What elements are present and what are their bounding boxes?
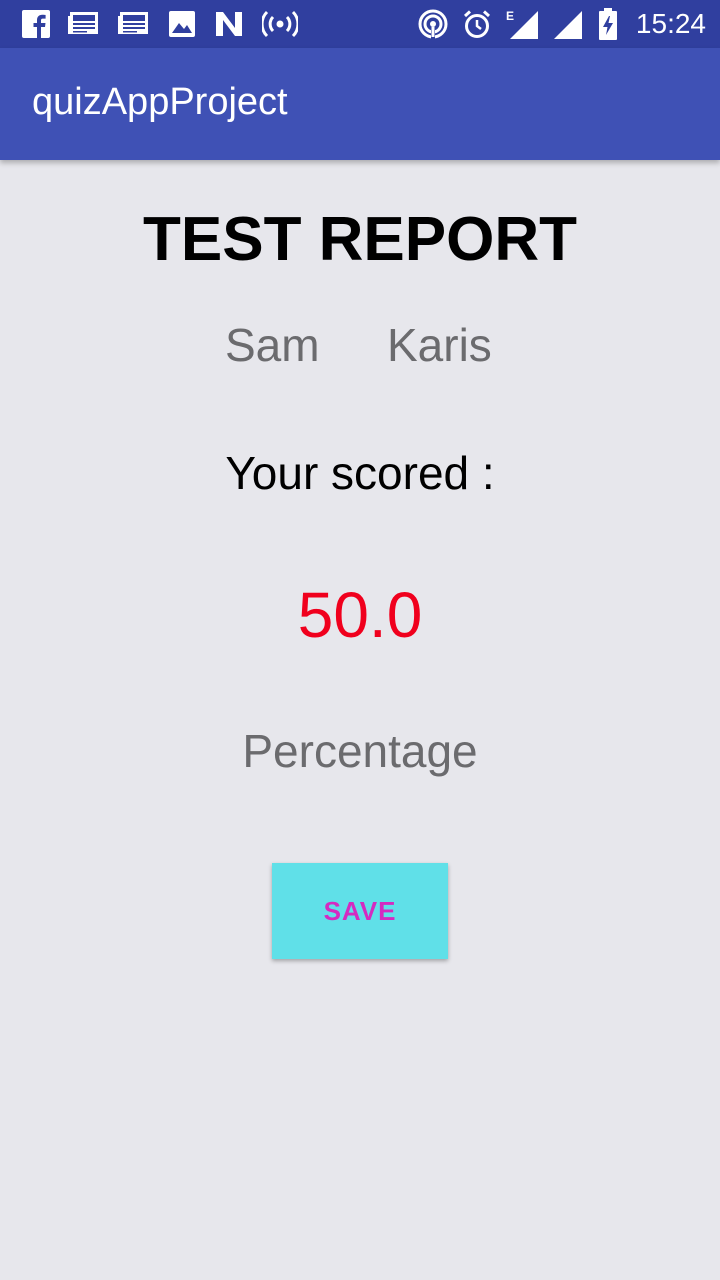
last-name: Karis (387, 319, 492, 371)
alarm-icon (462, 9, 492, 39)
percentage-label: Percentage (242, 725, 478, 777)
app-title: quizAppProject (32, 81, 288, 123)
battery-charging-icon (598, 8, 618, 40)
system-icons: E 15:24 (418, 8, 706, 40)
status-time: 15:24 (635, 8, 706, 39)
n-app-icon (214, 10, 244, 38)
save-button[interactable]: SAVE (272, 863, 448, 959)
report-title: TEST REPORT (142, 205, 578, 274)
network-type-label: E (506, 9, 514, 23)
signal-icon (553, 9, 584, 39)
status-bar: E 15:24 (0, 0, 720, 48)
hotspot-tethering-icon (418, 9, 448, 39)
hotspot-icon (262, 10, 298, 38)
signal-icon: E (506, 9, 540, 39)
notification-icons (22, 10, 298, 38)
image-icon (168, 10, 196, 38)
score-value: 50.0 (297, 579, 423, 651)
scored-label: Your scored : (225, 447, 495, 499)
news-icon (118, 12, 150, 36)
facebook-icon (22, 10, 50, 38)
app-bar: quizAppProject (0, 48, 720, 160)
news-icon (68, 12, 100, 36)
first-name: Sam (225, 319, 320, 371)
